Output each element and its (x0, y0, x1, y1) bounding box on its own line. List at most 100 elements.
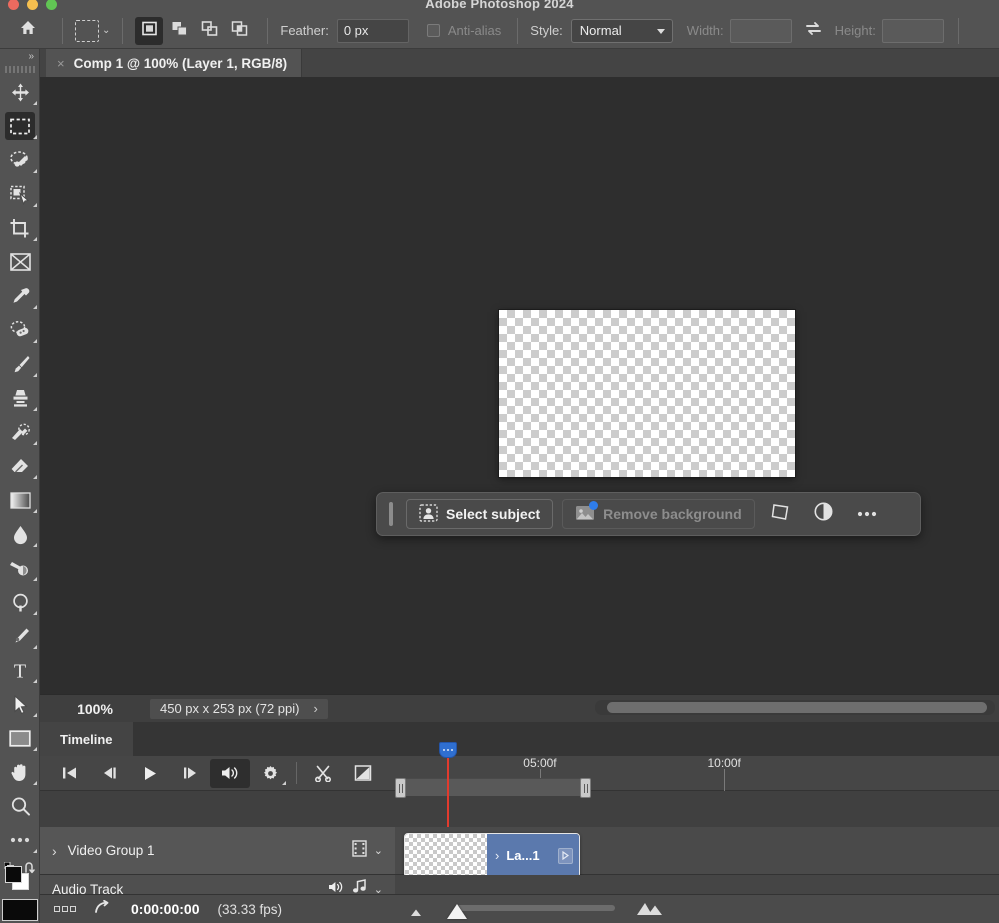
move-tool[interactable] (0, 75, 40, 109)
convert-frames-icon[interactable] (54, 906, 76, 912)
lasso-tool[interactable] (0, 143, 40, 177)
video-track-body[interactable]: › La...1 (395, 827, 999, 878)
toolbar-drag-handle[interactable] (0, 63, 39, 75)
frame-tool[interactable] (0, 245, 40, 279)
status-bar: 100% 450 px x 253 px (72 ppi) › (40, 694, 999, 723)
blur-tool[interactable] (0, 517, 40, 551)
document-dimensions[interactable]: 450 px x 253 px (72 ppi) › (150, 698, 328, 719)
zoom-tool[interactable] (0, 789, 40, 823)
track-label: Video Group 1 (67, 843, 155, 858)
screen-mode-button[interactable] (2, 899, 38, 921)
select-subject-button[interactable]: Select subject (406, 499, 554, 529)
more-options-button[interactable] (850, 499, 884, 529)
new-selection-button[interactable] (135, 16, 164, 45)
pen-tool[interactable] (0, 619, 40, 653)
clip-menu-button[interactable] (558, 847, 573, 864)
timeline-footer-left: 0:00:00:00 (33.33 fps) (40, 895, 395, 923)
previous-frame-button[interactable] (90, 759, 130, 788)
transition-button[interactable] (343, 759, 383, 788)
scrollbar-thumb[interactable] (607, 702, 987, 713)
hand-tool[interactable] (0, 755, 40, 789)
zoom-level[interactable]: 100% (40, 694, 150, 723)
small-thumbnail-icon[interactable] (409, 904, 429, 922)
svg-text:T: T (14, 660, 26, 681)
play-button[interactable] (130, 759, 170, 788)
timeline-ruler-area[interactable]: 05:00f 10:00f (395, 756, 999, 798)
anti-alias-checkbox[interactable] (426, 24, 440, 37)
feather-input[interactable]: 0 px (336, 18, 409, 43)
next-frame-button[interactable] (170, 759, 210, 788)
edit-toolbar-button[interactable] (0, 823, 40, 857)
current-timecode[interactable]: 0:00:00:00 (131, 901, 200, 917)
width-input[interactable] (729, 18, 792, 43)
eraser-tool[interactable] (0, 449, 40, 483)
foreground-color-swatch[interactable] (5, 866, 22, 883)
style-select[interactable]: Normal (570, 18, 673, 43)
drag-grip-icon[interactable] (389, 502, 393, 526)
object-selection-tool[interactable] (0, 177, 40, 211)
transition-icon (354, 765, 372, 781)
document-tab[interactable]: × Comp 1 @ 100% (Layer 1, RGB/8) (46, 49, 303, 77)
go-to-first-frame-button[interactable] (50, 759, 90, 788)
work-area-end-handle[interactable] (580, 778, 591, 798)
timeline-panel: Timeline 05:00f 10:00f › Video Group 1 ⌄… (40, 722, 999, 923)
timeline-zoom-handle[interactable] (447, 904, 467, 919)
timeline-ruler[interactable]: 05:00f 10:00f (395, 756, 999, 791)
subtract-selection-icon (200, 19, 219, 43)
options-bar: ⌄ Feather: 0 px Anti-alias Style: Normal… (0, 13, 999, 49)
tool-preset-picker[interactable]: ⌄ (69, 19, 116, 42)
clip-body[interactable]: › La...1 (487, 834, 579, 877)
artboard-canvas[interactable] (499, 310, 795, 477)
app-title: Adobe Photoshop 2024 (425, 0, 574, 11)
divider (62, 17, 63, 44)
large-thumbnail-icon[interactable] (635, 900, 665, 921)
timeline-settings-button[interactable] (250, 759, 290, 788)
chevron-right-icon[interactable]: › (495, 848, 499, 863)
history-brush-tool[interactable] (0, 415, 40, 449)
window-titlebar: Adobe Photoshop 2024 (0, 0, 999, 13)
rectangular-marquee-tool[interactable] (0, 109, 40, 143)
dodge-tool[interactable] (0, 551, 40, 585)
subtract-from-selection-button[interactable] (195, 17, 223, 45)
spot-healing-brush-tool[interactable] (0, 313, 40, 347)
burn-tool[interactable] (0, 585, 40, 619)
height-input[interactable] (881, 18, 944, 43)
track-row[interactable]: › Video Group 1 ⌄ › La...1 (40, 827, 999, 878)
timeline-zoom-slider[interactable] (455, 905, 615, 911)
adjustment-button[interactable] (807, 499, 841, 529)
gradient-tool[interactable] (0, 483, 40, 517)
frame-icon (9, 253, 31, 271)
playhead-marker-icon[interactable] (439, 742, 457, 758)
swap-arrows-icon[interactable] (804, 20, 823, 42)
tab-timeline[interactable]: Timeline (40, 722, 133, 756)
filmstrip-icon[interactable] (352, 839, 367, 862)
canvas-area[interactable]: Select subject Remove background (40, 77, 999, 694)
crop-tool[interactable] (0, 211, 40, 245)
expand-toolbar-button[interactable]: » (0, 49, 39, 63)
close-icon[interactable]: × (57, 57, 65, 70)
work-area-start-handle[interactable] (395, 778, 406, 798)
chevron-right-icon[interactable]: › (313, 701, 317, 716)
intersect-with-selection-button[interactable] (225, 17, 253, 45)
split-clip-button[interactable] (303, 759, 343, 788)
brush-tool[interactable] (0, 347, 40, 381)
home-button[interactable] (0, 18, 56, 43)
video-clip[interactable]: › La...1 (404, 833, 580, 878)
horizontal-scrollbar[interactable] (595, 700, 995, 715)
add-to-selection-button[interactable] (165, 17, 193, 45)
render-video-icon[interactable] (94, 899, 113, 919)
remove-background-button[interactable]: Remove background (562, 499, 755, 529)
video-group-1-header[interactable]: › Video Group 1 ⌄ (40, 827, 395, 874)
transform-button[interactable] (764, 499, 798, 529)
eyedropper-tool[interactable] (0, 279, 40, 313)
clone-stamp-tool[interactable] (0, 381, 40, 415)
rectangle-tool[interactable] (0, 721, 40, 755)
ellipsis-icon (10, 837, 30, 843)
path-selection-tool[interactable] (0, 687, 40, 721)
type-tool[interactable]: T (0, 653, 40, 687)
work-area-bar[interactable] (395, 778, 591, 798)
photoshop-window: Adobe Photoshop 2024 ⌄ Feather: 0 px Ant… (0, 0, 999, 923)
audio-toggle-button[interactable] (210, 758, 250, 788)
chevron-right-icon[interactable]: › (52, 843, 57, 859)
chevron-down-icon[interactable]: ⌄ (374, 844, 383, 857)
